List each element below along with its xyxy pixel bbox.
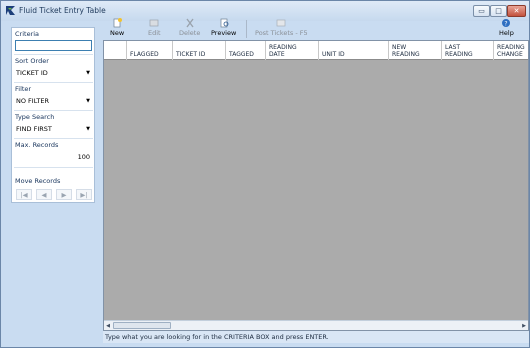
close-button[interactable]: ✕ (507, 5, 526, 17)
first-record-icon: |◀ (20, 190, 28, 199)
chevron-down-icon: ▼ (86, 126, 90, 132)
column-header-last-reading[interactable]: LAST READING (442, 41, 494, 60)
column-header-ticket-id[interactable]: TICKET ID (173, 41, 226, 60)
divider (14, 167, 93, 168)
first-record-button[interactable]: |◀ (16, 189, 32, 200)
maximize-icon: □ (495, 7, 502, 15)
help-icon: ? (502, 19, 511, 28)
next-record-icon: ▶ (61, 190, 67, 199)
horizontal-scrollbar[interactable]: ◀ ▶ (104, 320, 528, 330)
preview-icon (220, 18, 229, 28)
delete-button[interactable]: Delete (179, 18, 200, 40)
column-header-unit-id[interactable]: UNIT ID (319, 41, 389, 60)
row-selector-header (104, 41, 127, 60)
post-tickets-button[interactable]: Post Tickets - F5 (255, 18, 308, 40)
close-icon: ✕ (513, 7, 520, 15)
filter-label: Filter (15, 85, 32, 93)
chevron-down-icon: ▼ (86, 98, 90, 104)
scroll-right-icon[interactable]: ▶ (520, 322, 528, 330)
help-button[interactable]: ? Help (499, 18, 514, 40)
last-record-button[interactable]: ▶| (76, 189, 92, 200)
last-record-icon: ▶| (80, 190, 88, 199)
move-records-controls: |◀ ◀ ▶ ▶| (16, 189, 94, 201)
sort-order-value: TICKET ID (16, 69, 48, 77)
post-icon (276, 19, 286, 27)
type-search-dropdown[interactable]: FIND FIRST ▼ (15, 124, 92, 135)
preview-button[interactable]: Preview (211, 18, 236, 40)
edit-button[interactable]: Edit (148, 18, 161, 40)
column-header-flagged[interactable]: FLAGGED (127, 41, 173, 60)
sort-order-dropdown[interactable]: TICKET ID ▼ (15, 68, 92, 79)
ticket-grid[interactable]: FLAGGED TICKET ID TAGGED READING DATE UN… (103, 40, 529, 331)
fluid-logo-icon (6, 6, 15, 15)
search-panel: Criteria Sort Order TICKET ID ▼ Filter N… (11, 27, 95, 203)
prev-record-button[interactable]: ◀ (36, 189, 52, 200)
minimize-icon: ▭ (478, 7, 485, 15)
edit-label: Edit (148, 29, 161, 37)
new-document-icon (113, 18, 123, 28)
column-header-tagged[interactable]: TAGGED (226, 41, 266, 60)
svg-text:?: ? (505, 21, 508, 28)
move-records-label: Move Records (15, 177, 61, 185)
column-header-new-reading[interactable]: NEW READING (389, 41, 442, 60)
delete-icon (186, 18, 194, 28)
chevron-down-icon: ▼ (86, 70, 90, 76)
type-search-label: Type Search (15, 113, 55, 121)
new-label: New (110, 29, 125, 37)
max-records-label: Max. Records (15, 141, 59, 149)
edit-icon (149, 19, 159, 27)
max-records-input[interactable]: 100 (15, 152, 92, 163)
help-label: Help (499, 29, 514, 37)
sort-order-label: Sort Order (15, 57, 49, 65)
delete-label: Delete (179, 29, 201, 37)
minimize-button[interactable]: ▭ (473, 5, 490, 17)
type-search-value: FIND FIRST (16, 125, 52, 133)
scroll-left-icon[interactable]: ◀ (104, 322, 112, 330)
preview-label: Preview (211, 29, 237, 37)
column-header-reading-date[interactable]: READING DATE (266, 41, 319, 60)
window-title: Fluid Ticket Entry Table (19, 6, 106, 15)
next-record-button[interactable]: ▶ (56, 189, 72, 200)
divider (14, 138, 93, 139)
divider (14, 110, 93, 111)
scrollbar-thumb[interactable] (113, 322, 171, 329)
toolbar-divider (246, 20, 247, 38)
maximize-button[interactable]: □ (490, 5, 507, 17)
criteria-input[interactable] (15, 40, 92, 51)
grid-header: FLAGGED TICKET ID TAGGED READING DATE UN… (104, 41, 528, 60)
status-bar: Type what you are looking for in the CRI… (103, 331, 529, 343)
new-button[interactable]: New (110, 18, 124, 40)
post-tickets-label: Post Tickets - F5 (255, 29, 308, 37)
toolbar: New Edit Delete Preview Post Tickets - F… (102, 18, 530, 40)
filter-dropdown[interactable]: NO FILTER ▼ (15, 96, 92, 107)
filter-value: NO FILTER (16, 97, 50, 105)
prev-record-icon: ◀ (41, 190, 47, 199)
divider (14, 82, 93, 83)
column-header-reading-change[interactable]: READING CHANGE (494, 41, 528, 60)
criteria-label: Criteria (15, 30, 40, 38)
app-window: Fluid Ticket Entry Table ▭ □ ✕ Criteria … (0, 0, 530, 348)
divider (14, 54, 93, 55)
